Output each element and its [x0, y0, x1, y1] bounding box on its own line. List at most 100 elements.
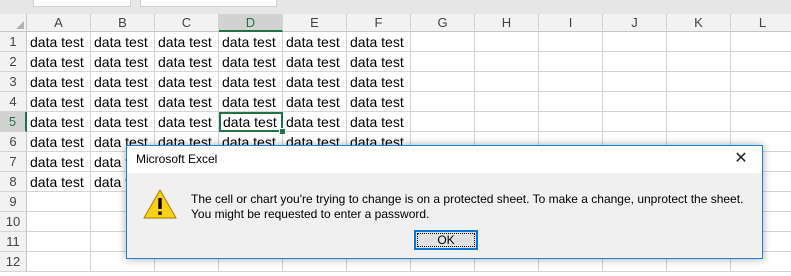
cell-j1[interactable] [603, 32, 667, 52]
cell-c4[interactable]: data test [155, 92, 219, 112]
cell-c2[interactable]: data test [155, 52, 219, 72]
cell-h5[interactable] [475, 112, 539, 132]
cell-i1[interactable] [539, 32, 603, 52]
protected-sheet-dialog: Microsoft Excel ✕ The cell or chart you'… [126, 145, 763, 259]
cell-i2[interactable] [539, 52, 603, 72]
row-header-8[interactable]: 8 [0, 172, 27, 192]
cell-b5[interactable]: data test [91, 112, 155, 132]
cell-d3[interactable]: data test [219, 72, 283, 92]
column-header-d[interactable]: D [219, 14, 283, 32]
cell-c5[interactable]: data test [155, 112, 219, 132]
cell-b1[interactable]: data test [91, 32, 155, 52]
row-header-2[interactable]: 2 [0, 52, 27, 72]
cell-a2[interactable]: data test [27, 52, 91, 72]
column-header-l[interactable]: L [731, 14, 791, 32]
cell-c3[interactable]: data test [155, 72, 219, 92]
cell-a6[interactable]: data test [27, 132, 91, 152]
cell-g1[interactable] [411, 32, 475, 52]
cell-d5[interactable]: data test [219, 112, 283, 132]
sheet-tab-strip [0, 0, 791, 15]
row-header-5[interactable]: 5 [0, 112, 27, 132]
row-header-11[interactable]: 11 [0, 232, 27, 252]
cell-f2[interactable]: data test [347, 52, 411, 72]
column-header-f[interactable]: F [347, 14, 411, 32]
cell-e3[interactable]: data test [283, 72, 347, 92]
cell-f4[interactable]: data test [347, 92, 411, 112]
column-header-a[interactable]: A [27, 14, 91, 32]
cell-a8[interactable]: data test [27, 172, 91, 192]
cell-a10[interactable] [27, 212, 91, 232]
fill-handle[interactable] [279, 128, 286, 135]
sheet-tab[interactable] [140, 0, 277, 7]
cell-h1[interactable] [475, 32, 539, 52]
cell-h3[interactable] [475, 72, 539, 92]
cell-j5[interactable] [603, 112, 667, 132]
sheet-tab[interactable] [33, 0, 131, 7]
select-all-button[interactable] [0, 14, 27, 32]
cell-j2[interactable] [603, 52, 667, 72]
cell-l1[interactable] [731, 32, 791, 52]
row-header-1[interactable]: 1 [0, 32, 27, 52]
cell-a5[interactable]: data test [27, 112, 91, 132]
cell-d4[interactable]: data test [219, 92, 283, 112]
column-header-e[interactable]: E [283, 14, 347, 32]
cell-a1[interactable]: data test [27, 32, 91, 52]
cell-k3[interactable] [667, 72, 731, 92]
cell-e2[interactable]: data test [283, 52, 347, 72]
column-header-g[interactable]: G [411, 14, 475, 32]
cell-a4[interactable]: data test [27, 92, 91, 112]
row-header-4[interactable]: 4 [0, 92, 27, 112]
cell-b4[interactable]: data test [91, 92, 155, 112]
cell-e5[interactable]: data test [283, 112, 347, 132]
column-header-b[interactable]: B [91, 14, 155, 32]
cell-f1[interactable]: data test [347, 32, 411, 52]
cell-j3[interactable] [603, 72, 667, 92]
cell-a9[interactable] [27, 192, 91, 212]
cell-j4[interactable] [603, 92, 667, 112]
row-header-6[interactable]: 6 [0, 132, 27, 152]
cell-c1[interactable]: data test [155, 32, 219, 52]
cell-k2[interactable] [667, 52, 731, 72]
cell-a11[interactable] [27, 232, 91, 252]
row-header-7[interactable]: 7 [0, 152, 27, 172]
cell-g3[interactable] [411, 72, 475, 92]
cell-k1[interactable] [667, 32, 731, 52]
cell-i5[interactable] [539, 112, 603, 132]
cell-b2[interactable]: data test [91, 52, 155, 72]
cell-g4[interactable] [411, 92, 475, 112]
row-header-9[interactable]: 9 [0, 192, 27, 212]
cell-l2[interactable] [731, 52, 791, 72]
cell-l5[interactable] [731, 112, 791, 132]
cell-h4[interactable] [475, 92, 539, 112]
column-header-c[interactable]: C [155, 14, 219, 32]
cell-i4[interactable] [539, 92, 603, 112]
cell-i3[interactable] [539, 72, 603, 92]
cell-a12[interactable] [27, 252, 91, 272]
row-header-10[interactable]: 10 [0, 212, 27, 232]
column-header-j[interactable]: J [603, 14, 667, 32]
column-header-k[interactable]: K [667, 14, 731, 32]
cell-d1[interactable]: data test [219, 32, 283, 52]
dialog-title: Microsoft Excel [136, 152, 218, 166]
cell-e1[interactable]: data test [283, 32, 347, 52]
cell-f3[interactable]: data test [347, 72, 411, 92]
cell-d2[interactable]: data test [219, 52, 283, 72]
cell-k4[interactable] [667, 92, 731, 112]
column-header-i[interactable]: I [539, 14, 603, 32]
cell-f5[interactable]: data test [347, 112, 411, 132]
cell-g2[interactable] [411, 52, 475, 72]
cell-g5[interactable] [411, 112, 475, 132]
row-header-3[interactable]: 3 [0, 72, 27, 92]
row-header-12[interactable]: 12 [0, 252, 27, 272]
ok-button[interactable]: OK [414, 230, 478, 250]
cell-e4[interactable]: data test [283, 92, 347, 112]
column-header-h[interactable]: H [475, 14, 539, 32]
cell-l4[interactable] [731, 92, 791, 112]
close-icon[interactable]: ✕ [726, 148, 756, 170]
cell-k5[interactable] [667, 112, 731, 132]
cell-l3[interactable] [731, 72, 791, 92]
cell-b3[interactable]: data test [91, 72, 155, 92]
cell-h2[interactable] [475, 52, 539, 72]
cell-a7[interactable]: data test [27, 152, 91, 172]
cell-a3[interactable]: data test [27, 72, 91, 92]
